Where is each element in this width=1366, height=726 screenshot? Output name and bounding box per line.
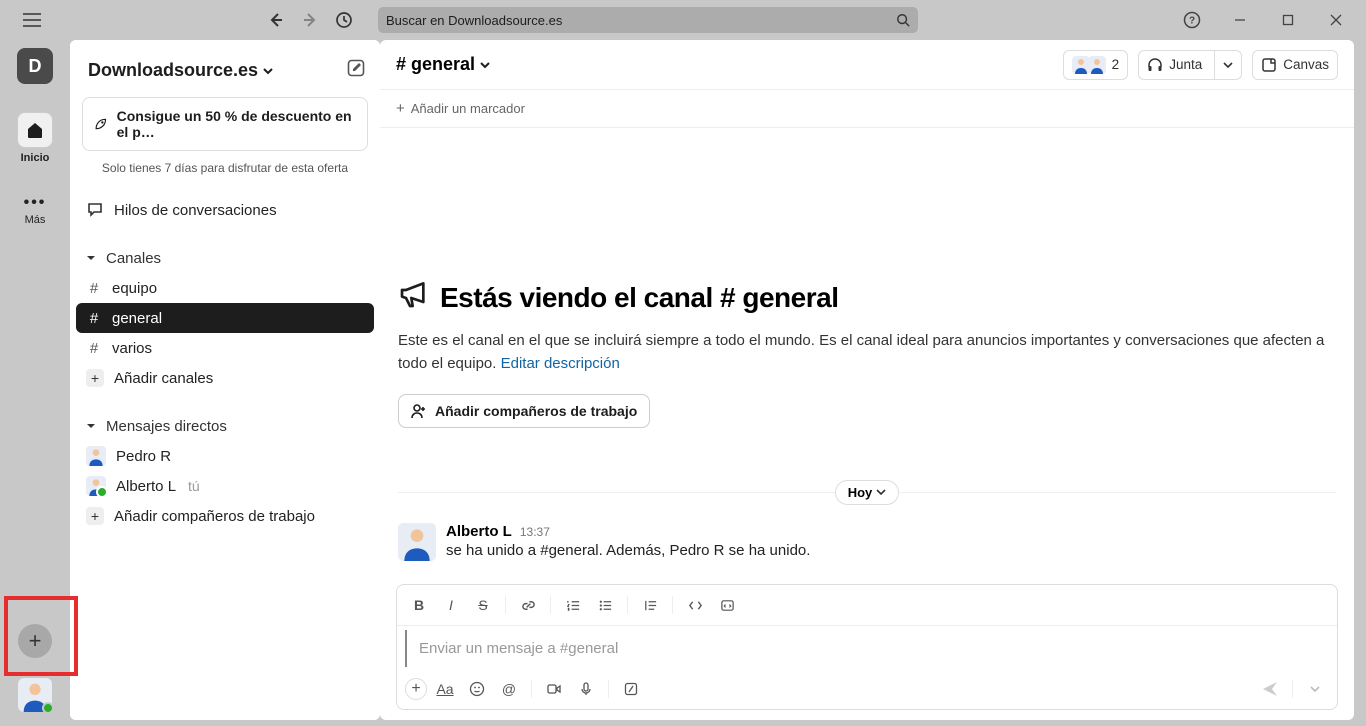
- workspace-badge[interactable]: D: [17, 48, 53, 84]
- threads-icon: [86, 201, 104, 219]
- add-coworkers-button[interactable]: Añadir compañeros de trabajo: [398, 394, 650, 428]
- user-avatar[interactable]: [18, 678, 52, 712]
- main-panel: # general 2 Junta: [380, 40, 1354, 720]
- add-bookmark-button[interactable]: + Añadir un marcador: [380, 90, 1354, 128]
- svg-text:?: ?: [1189, 16, 1195, 27]
- hash-icon: #: [86, 280, 102, 297]
- search-input[interactable]: Buscar en Downloadsource.es: [378, 7, 918, 33]
- codeblock-button[interactable]: [713, 591, 741, 619]
- channel-general[interactable]: #general: [76, 303, 374, 333]
- channels-section-header[interactable]: Canales: [76, 243, 374, 273]
- link-button[interactable]: [514, 591, 542, 619]
- dm-section-header[interactable]: Mensajes directos: [76, 411, 374, 441]
- more-button[interactable]: •••: [24, 194, 47, 212]
- hash-icon: #: [86, 340, 102, 357]
- home-label: Inicio: [21, 152, 50, 164]
- chevron-down-icon: [1223, 60, 1233, 70]
- video-button[interactable]: [540, 675, 568, 703]
- strike-button[interactable]: S: [469, 591, 497, 619]
- avatar-icon[interactable]: [398, 523, 436, 561]
- home-button[interactable]: [17, 112, 53, 148]
- chevron-down-icon: [479, 59, 491, 71]
- plus-icon: +: [86, 369, 104, 387]
- mention-button[interactable]: @: [495, 675, 523, 703]
- huddle-button[interactable]: Junta: [1138, 50, 1242, 80]
- channel-equipo[interactable]: #equipo: [76, 273, 374, 303]
- message-author[interactable]: Alberto L: [446, 523, 512, 540]
- hamburger-icon[interactable]: [8, 13, 56, 27]
- headphones-icon: [1147, 57, 1163, 73]
- promo-subtext: Solo tienes 7 días para disfrutar de est…: [70, 151, 380, 189]
- code-button[interactable]: [681, 591, 709, 619]
- bullet-list-button[interactable]: [591, 591, 619, 619]
- avatar-icon: [86, 476, 106, 496]
- workspace-switcher[interactable]: Downloadsource.es: [88, 60, 274, 81]
- add-channels-link[interactable]: +Añadir canales: [76, 363, 374, 393]
- history-button[interactable]: [332, 8, 356, 32]
- titlebar: Buscar en Downloadsource.es ?: [0, 0, 1366, 40]
- promo-banner[interactable]: Consigue un 50 % de descuento en el p…: [82, 97, 368, 151]
- search-icon: [896, 13, 910, 27]
- dm-alberto[interactable]: Alberto L tú: [76, 471, 374, 501]
- threads-link[interactable]: Hilos de conversaciones: [76, 195, 374, 225]
- format-button[interactable]: Aa: [431, 675, 459, 703]
- nav-rail: D Inicio ••• Más +: [0, 40, 70, 726]
- sidebar: Downloadsource.es Consigue un 50 % de de…: [70, 40, 380, 720]
- shortcut-button[interactable]: [617, 675, 645, 703]
- minimize-button[interactable]: [1218, 4, 1262, 36]
- canvas-button[interactable]: Canvas: [1252, 50, 1338, 80]
- caret-down-icon: [86, 253, 96, 263]
- italic-button[interactable]: I: [437, 591, 465, 619]
- chevron-down-icon: [876, 487, 886, 497]
- search-placeholder: Buscar en Downloadsource.es: [386, 13, 562, 28]
- blockquote-button[interactable]: [636, 591, 664, 619]
- add-person-icon: [411, 403, 427, 419]
- avatar-icon: [86, 446, 106, 466]
- chevron-down-icon: [262, 65, 274, 77]
- close-button[interactable]: [1314, 4, 1358, 36]
- date-divider[interactable]: Hoy: [835, 480, 900, 505]
- avatar-icon: [1088, 56, 1106, 74]
- send-button[interactable]: [1256, 675, 1284, 703]
- bold-button[interactable]: B: [405, 591, 433, 619]
- maximize-button[interactable]: [1266, 4, 1310, 36]
- message-composer: B I S Enviar un mensaje a: [396, 584, 1338, 710]
- attach-button[interactable]: +: [405, 678, 427, 700]
- more-label: Más: [25, 214, 46, 226]
- edit-description-link[interactable]: Editar descripción: [501, 355, 620, 372]
- channel-description: Este es el canal en el que se incluirá s…: [398, 329, 1336, 376]
- compose-button[interactable]: [346, 58, 366, 83]
- rocket-icon: [93, 115, 109, 133]
- back-button[interactable]: [264, 8, 288, 32]
- caret-down-icon: [86, 421, 96, 431]
- forward-button[interactable]: [298, 8, 322, 32]
- megaphone-icon: [398, 278, 430, 317]
- emoji-button[interactable]: [463, 675, 491, 703]
- help-button[interactable]: ?: [1170, 4, 1214, 36]
- add-coworkers-link[interactable]: +Añadir compañeros de trabajo: [76, 501, 374, 531]
- plus-icon: +: [86, 507, 104, 525]
- channel-title[interactable]: # general: [396, 54, 491, 75]
- plus-icon: +: [396, 100, 405, 117]
- audio-button[interactable]: [572, 675, 600, 703]
- create-button[interactable]: +: [18, 624, 52, 658]
- ordered-list-button[interactable]: [559, 591, 587, 619]
- presence-dot: [42, 702, 54, 714]
- message-item: Alberto L 13:37 se ha unido a #general. …: [398, 523, 1336, 561]
- send-options-button[interactable]: [1301, 675, 1329, 703]
- canvas-icon: [1261, 57, 1277, 73]
- message-text: se ha unido a #general. Además, Pedro R …: [446, 542, 810, 559]
- dm-pedro[interactable]: Pedro R: [76, 441, 374, 471]
- message-time: 13:37: [520, 525, 550, 539]
- huddle-dropdown[interactable]: [1214, 51, 1241, 79]
- hash-icon: #: [86, 310, 102, 327]
- channel-welcome-title: Estás viendo el canal # general: [440, 282, 838, 314]
- channel-varios[interactable]: #varios: [76, 333, 374, 363]
- message-input[interactable]: Enviar un mensaje a #general: [405, 630, 1329, 667]
- members-button[interactable]: 2: [1063, 50, 1129, 80]
